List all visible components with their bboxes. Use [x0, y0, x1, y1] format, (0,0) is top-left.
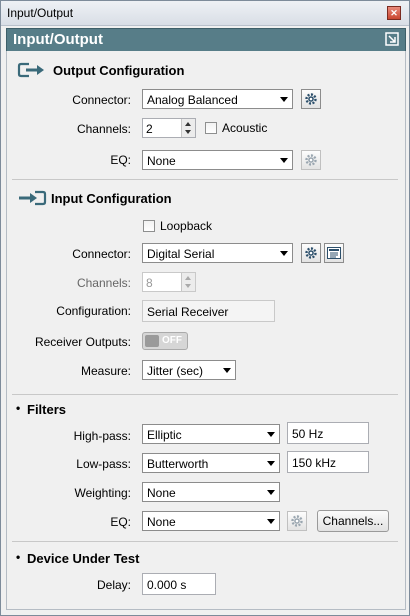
section-divider: [12, 394, 398, 395]
output-connector-label: Connector:: [72, 93, 131, 107]
document-icon: [327, 247, 341, 259]
receiver-outputs-label: Receiver Outputs:: [34, 335, 131, 349]
down-arrow-icon: [185, 130, 191, 134]
down-arrow-icon: [185, 284, 191, 288]
chevron-down-icon: [280, 251, 288, 256]
weighting-value: None: [147, 486, 176, 500]
input-connector-select[interactable]: Digital Serial: [142, 243, 293, 263]
highpass-freq-input[interactable]: 50 Hz: [287, 422, 369, 444]
output-channels-label: Channels:: [76, 122, 131, 136]
output-connector-select[interactable]: Analog Balanced: [142, 89, 293, 109]
lowpass-freq-input[interactable]: 150 kHz: [287, 451, 369, 473]
chevron-down-icon: [280, 158, 288, 163]
highpass-select[interactable]: Elliptic: [142, 424, 280, 444]
measure-label: Measure:: [80, 364, 131, 378]
output-channels-stepper[interactable]: 2: [142, 118, 196, 138]
input-config-title: Input Configuration: [51, 191, 172, 206]
output-connector-value: Analog Balanced: [147, 93, 238, 107]
weighting-select[interactable]: None: [142, 482, 280, 502]
gear-icon: [291, 515, 303, 527]
stepper-buttons[interactable]: [181, 273, 195, 291]
loopback-checkbox[interactable]: [143, 220, 155, 232]
receiver-outputs-toggle[interactable]: OFF: [142, 332, 188, 350]
delay-value: 0.000 s: [147, 578, 187, 592]
output-eq-select[interactable]: None: [142, 150, 293, 170]
configuration-value: Serial Receiver: [147, 305, 229, 319]
dut-bullet: •: [16, 550, 21, 564]
filters-eq-settings-button[interactable]: [287, 511, 307, 531]
dut-title: Device Under Test: [27, 551, 140, 566]
window-titlebar: Input/Output ✕: [1, 1, 409, 26]
filters-eq-value: None: [147, 515, 176, 529]
chevron-down-icon: [280, 97, 288, 102]
input-channels-label: Channels:: [76, 276, 131, 290]
delay-input[interactable]: 0.000 s: [142, 573, 216, 595]
measure-value: Jitter (sec): [147, 364, 204, 378]
measure-select[interactable]: Jitter (sec): [142, 360, 236, 380]
output-eq-settings-button[interactable]: [301, 150, 321, 170]
up-arrow-icon: [185, 276, 191, 280]
output-eq-label: EQ:: [110, 153, 131, 167]
acoustic-label: Acoustic: [222, 121, 268, 135]
lowpass-freq-value: 150 kHz: [292, 456, 337, 470]
gear-icon: [305, 154, 317, 166]
chevron-down-icon: [267, 461, 275, 466]
lowpass-label: Low-pass:: [76, 457, 131, 471]
filters-bullet: •: [16, 401, 21, 415]
filters-eq-label: EQ:: [110, 515, 131, 529]
panel-title: Input/Output: [13, 31, 103, 48]
input-channels-value: 8: [146, 276, 153, 290]
output-arrow-icon: [17, 62, 44, 78]
chevron-down-icon: [267, 490, 275, 495]
gear-icon: [305, 247, 317, 259]
configuration-field: Serial Receiver: [142, 300, 275, 322]
output-channels-value: 2: [146, 122, 153, 136]
highpass-freq-value: 50 Hz: [292, 427, 324, 441]
highpass-label: High-pass:: [73, 429, 131, 443]
undock-icon[interactable]: [385, 32, 399, 46]
gear-icon: [305, 93, 317, 105]
highpass-value: Elliptic: [147, 428, 182, 442]
window-title: Input/Output: [7, 6, 74, 20]
output-eq-value: None: [147, 154, 176, 168]
output-connector-settings-button[interactable]: [301, 89, 321, 109]
input-channels-stepper[interactable]: 8: [142, 272, 196, 292]
panel-header: Input/Output: [6, 28, 406, 52]
input-connector-info-button[interactable]: [324, 243, 344, 263]
up-arrow-icon: [185, 122, 191, 126]
stepper-buttons[interactable]: [181, 119, 195, 137]
input-connector-settings-button[interactable]: [301, 243, 321, 263]
toggle-state: OFF: [162, 335, 182, 346]
delay-label: Delay:: [96, 578, 131, 592]
configuration-label: Configuration:: [56, 304, 131, 318]
section-divider: [12, 541, 398, 542]
toggle-knob: [145, 335, 159, 347]
loopback-label: Loopback: [160, 219, 213, 233]
chevron-down-icon: [267, 432, 275, 437]
lowpass-value: Butterworth: [147, 457, 209, 471]
panel-body: Output Configuration Connector: Analog B…: [6, 51, 406, 610]
filters-title: Filters: [27, 402, 67, 417]
acoustic-checkbox[interactable]: [205, 122, 217, 134]
input-connector-label: Connector:: [72, 247, 131, 261]
output-config-title: Output Configuration: [53, 63, 185, 78]
lowpass-select[interactable]: Butterworth: [142, 453, 280, 473]
input-arrow-icon: [19, 190, 47, 206]
chevron-down-icon: [267, 519, 275, 524]
input-connector-value: Digital Serial: [147, 247, 215, 261]
filters-eq-select[interactable]: None: [142, 511, 280, 531]
section-divider: [12, 179, 398, 180]
channels-button[interactable]: Channels...: [317, 510, 389, 532]
weighting-label: Weighting:: [74, 486, 131, 500]
chevron-down-icon: [223, 368, 231, 373]
input-output-window: Input/Output ✕ Input/Output Output Confi…: [0, 0, 410, 616]
close-icon[interactable]: ✕: [387, 6, 401, 20]
